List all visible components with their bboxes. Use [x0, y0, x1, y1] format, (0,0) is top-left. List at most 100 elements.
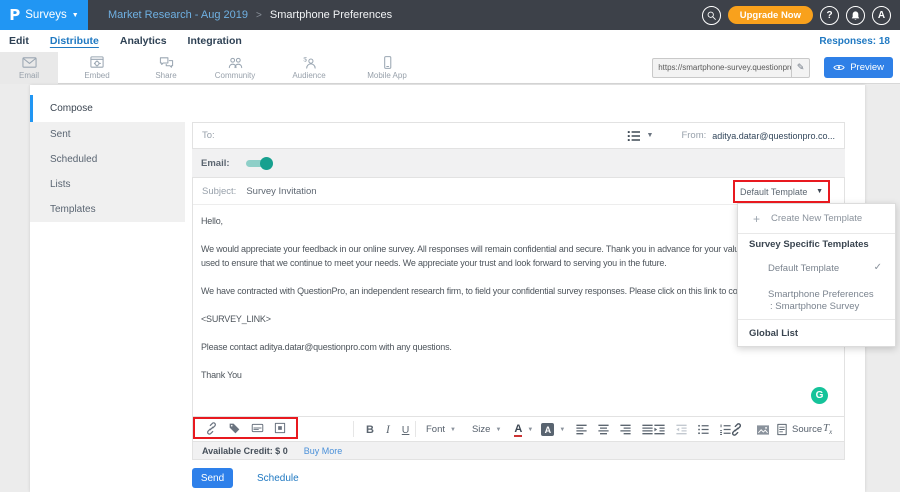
remove-format-button[interactable]: Tx [823, 422, 832, 436]
grammarly-icon[interactable]: G [811, 387, 828, 404]
edit-url-button[interactable]: ✎ [791, 59, 809, 77]
select-list-icon[interactable] [627, 130, 641, 142]
to-label: To: [202, 130, 215, 141]
channel-label: Community [215, 71, 255, 80]
font-dropdown[interactable]: Font ▼ [426, 424, 456, 435]
insert-image-button[interactable] [756, 424, 770, 436]
background-color-button[interactable]: A ▼ [541, 423, 565, 436]
breadcrumb-folder[interactable]: Market Research - Aug 2019 [108, 9, 248, 21]
insert-email-merge-button[interactable] [251, 423, 264, 433]
schedule-link[interactable]: Schedule [257, 473, 299, 484]
community-icon [227, 55, 244, 70]
chevron-down-icon: ▼ [495, 427, 501, 433]
sidebar-item-templates[interactable]: Templates [30, 197, 185, 222]
outdent-icon [675, 423, 688, 436]
button-icon [274, 422, 286, 434]
tab-integration[interactable]: Integration [188, 35, 242, 47]
size-dropdown[interactable]: Size ▼ [472, 424, 501, 435]
align-left-button[interactable] [575, 423, 588, 436]
available-credit: Available Credit: $ 0 [202, 446, 288, 456]
sidebar-item-sent[interactable]: Sent [30, 122, 185, 147]
mail-merge-icon [251, 423, 264, 433]
insert-group [730, 417, 770, 442]
link-icon [205, 422, 218, 435]
audience-icon: $ [301, 55, 318, 70]
template-dropdown-menu: + Create New Template Survey Specific Te… [737, 203, 896, 347]
remove-format-group: Tx [823, 417, 832, 442]
share-icon [158, 55, 175, 70]
list-indent-group [653, 417, 732, 442]
insert-button-button[interactable] [274, 422, 286, 434]
send-button[interactable]: Send [192, 468, 233, 488]
upgrade-now-button[interactable]: Upgrade Now [728, 6, 813, 24]
channel-community[interactable]: Community [196, 52, 274, 84]
email-toggle-row: Email: [192, 149, 845, 177]
channel-audience[interactable]: $ Audience [274, 52, 344, 84]
sidebar-item-compose[interactable]: Compose [30, 95, 185, 122]
template-selected-value: Default Template [740, 187, 807, 197]
insert-survey-link-button[interactable] [205, 422, 218, 435]
email-icon [21, 55, 38, 70]
questionpro-logo: P [9, 6, 20, 24]
questionpro-app: P Surveys ▼ Market Research - Aug 2019 >… [0, 0, 900, 492]
email-sidebar: Compose Sent Scheduled Lists Templates [30, 95, 185, 222]
channel-email[interactable]: Email [0, 52, 58, 84]
channel-label: Share [155, 71, 176, 80]
account-avatar[interactable]: A [872, 6, 891, 25]
product-switcher[interactable]: P Surveys ▼ [0, 0, 88, 30]
subject-label: Subject: [202, 186, 236, 197]
buy-more-link[interactable]: Buy More [304, 446, 343, 456]
channel-label: Mobile App [367, 71, 407, 80]
responses-count[interactable]: Responses: 18 [819, 36, 890, 47]
chevron-down-icon: ▼ [527, 427, 533, 433]
subject-value[interactable]: Survey Invitation [246, 186, 316, 197]
tab-edit[interactable]: Edit [9, 35, 29, 47]
bulleted-list-button[interactable] [697, 423, 710, 436]
tab-distribute[interactable]: Distribute [50, 35, 99, 47]
from-email[interactable]: aditya.datar@questionpro.co... [712, 131, 835, 141]
help-button[interactable]: ? [820, 6, 839, 25]
source-group: Source [776, 417, 822, 442]
tab-analytics[interactable]: Analytics [120, 35, 167, 47]
bold-button[interactable]: B [366, 424, 374, 436]
list-caret-icon[interactable]: ▼ [647, 132, 654, 139]
survey-url[interactable]: https://smartphone-survey.questionpro... [653, 63, 791, 72]
to-row-actions: ▼ From: aditya.datar@questionpro.co... [627, 130, 835, 142]
menu-item-smartphone-preferences[interactable]: Smartphone Preferences : Smartphone Surv… [738, 282, 895, 319]
email-toggle[interactable] [246, 157, 273, 170]
notifications-button[interactable] [846, 6, 865, 25]
underline-button[interactable]: U [402, 424, 410, 436]
merge-tools-highlight [193, 417, 298, 439]
breadcrumb: Market Research - Aug 2019 > Smartphone … [108, 9, 392, 21]
channel-mobile-app[interactable]: Mobile App [344, 52, 430, 84]
insert-tag-button[interactable] [228, 422, 241, 435]
sidebar-item-lists[interactable]: Lists [30, 172, 185, 197]
channel-share[interactable]: Share [136, 52, 196, 84]
channel-label: Embed [84, 71, 109, 80]
align-right-button[interactable] [619, 423, 632, 436]
outdent-button[interactable] [675, 423, 688, 436]
align-center-button[interactable] [597, 423, 610, 436]
search-icon [706, 10, 717, 21]
insert-link-icon [730, 423, 743, 436]
preview-button[interactable]: Preview [824, 57, 893, 78]
search-button[interactable] [702, 6, 721, 25]
sidebar-item-scheduled[interactable]: Scheduled [30, 147, 185, 172]
create-new-template-item[interactable]: + Create New Template [738, 204, 895, 233]
template-dropdown[interactable]: Default Template ▼ [733, 180, 830, 203]
eye-icon [833, 63, 845, 72]
insert-link-button[interactable] [730, 423, 743, 436]
menu-item-global-list[interactable]: Global List [738, 320, 895, 346]
credit-bar: Available Credit: $ 0 Buy More [193, 441, 844, 459]
chevron-down-icon: ▼ [72, 12, 79, 19]
indent-icon [653, 423, 666, 436]
from-label: From: [681, 130, 706, 141]
channel-embed[interactable]: Embed [58, 52, 136, 84]
align-right-icon [619, 423, 632, 436]
indent-button[interactable] [653, 423, 666, 436]
italic-button[interactable]: I [386, 424, 390, 436]
source-button[interactable]: Source [776, 423, 822, 436]
text-color-button[interactable]: A ▼ [514, 423, 533, 437]
channel-label: Audience [292, 71, 325, 80]
menu-item-default-template[interactable]: Default Template ✓ [738, 254, 895, 282]
